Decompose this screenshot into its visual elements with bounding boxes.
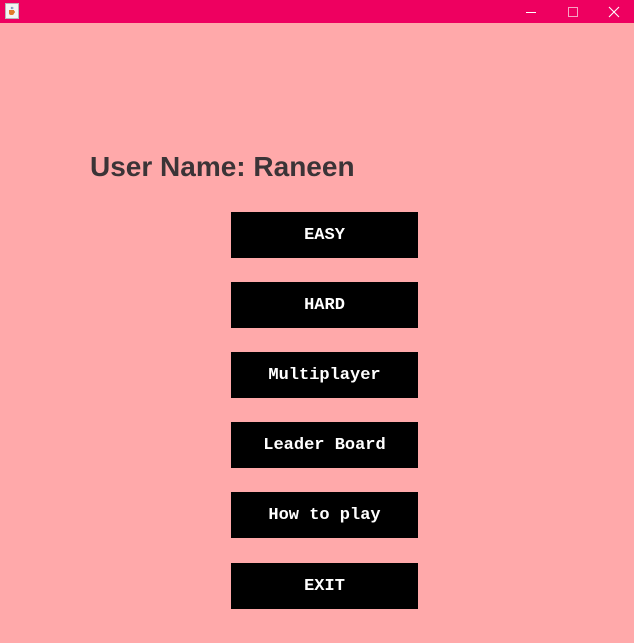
username-label: User Name: Raneen xyxy=(90,151,355,182)
close-icon xyxy=(608,6,620,17)
main-panel: User Name: Raneen EASY HARD Multiplayer … xyxy=(0,23,634,643)
close-button[interactable] xyxy=(594,0,634,23)
hard-button[interactable]: HARD xyxy=(231,282,418,328)
maximize-button[interactable] xyxy=(553,0,593,23)
leader-board-button[interactable]: Leader Board xyxy=(231,422,418,468)
java-cup-icon[interactable] xyxy=(5,3,19,19)
minimize-button[interactable] xyxy=(511,0,551,23)
window-titlebar[interactable] xyxy=(0,0,634,23)
minimize-icon xyxy=(526,11,536,13)
maximize-icon xyxy=(568,6,578,17)
easy-button[interactable]: EASY xyxy=(231,212,418,258)
exit-button[interactable]: EXIT xyxy=(231,563,418,609)
how-to-play-button[interactable]: How to play xyxy=(231,492,418,538)
multiplayer-button[interactable]: Multiplayer xyxy=(231,352,418,398)
